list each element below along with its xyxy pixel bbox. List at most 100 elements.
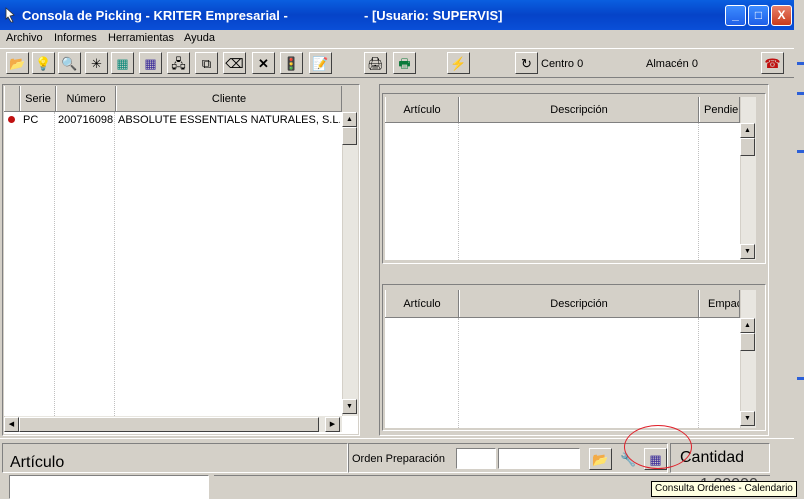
- lines-top-header: Artículo Descripción Pendie: [385, 97, 740, 123]
- lines-bottom-header: Artículo Descripción Empac: [385, 290, 740, 318]
- lines-grid-top[interactable]: Artículo Descripción Pendie ▲ ▼: [385, 97, 756, 260]
- lightbulb-icon: 💡: [35, 55, 52, 71]
- menu-archivo[interactable]: Archivo: [6, 32, 43, 44]
- preview-button[interactable]: 🔍: [58, 52, 81, 74]
- scroll-up-button[interactable]: ▲: [342, 112, 357, 127]
- cell-serie: PC: [23, 114, 39, 126]
- calendar-button[interactable]: ▦: [139, 52, 162, 74]
- almacen-label: Almacén 0: [646, 58, 698, 70]
- header-descripcion[interactable]: Descripción: [459, 97, 699, 122]
- articulo-label: Artículo: [10, 454, 65, 471]
- eraser-icon: ⌫: [225, 55, 244, 71]
- minimize-button[interactable]: _: [725, 5, 746, 26]
- scroll-left-button[interactable]: ◀: [4, 417, 19, 432]
- scroll-up-button[interactable]: ▲: [740, 318, 755, 333]
- help-icon: ☎: [764, 55, 781, 71]
- scroll-thumb[interactable]: [740, 138, 755, 156]
- print-button[interactable]: 🖨: [364, 52, 387, 74]
- grid-divider: [458, 318, 459, 428]
- magnifier-icon: 🔍: [61, 55, 78, 71]
- highlight-circle: [624, 425, 692, 469]
- menu-herramientas[interactable]: Herramientas: [108, 32, 174, 44]
- grid-divider: [698, 123, 699, 260]
- menu-ayuda[interactable]: Ayuda: [184, 32, 215, 44]
- refresh-centro-button[interactable]: ↻: [515, 52, 538, 74]
- cell-numero: 200716098: [58, 114, 114, 126]
- header-descripcion[interactable]: Descripción: [459, 290, 699, 317]
- lightbulb-button[interactable]: 💡: [32, 52, 55, 74]
- menu-informes[interactable]: Informes: [54, 32, 97, 44]
- notes-button[interactable]: 📝: [309, 52, 332, 74]
- x-icon: ✕: [258, 55, 269, 71]
- grid-icon: ▦: [116, 55, 129, 71]
- printer-green-icon: 🖶: [398, 55, 411, 71]
- orders-grid-header: Serie Número Cliente: [4, 86, 342, 112]
- header-empaquetado[interactable]: Empac: [699, 290, 740, 317]
- grid-divider: [54, 112, 55, 416]
- row-status-icon: [8, 116, 15, 123]
- open-folder-button[interactable]: 📂: [6, 52, 29, 74]
- lightning-icon: ⚡: [450, 55, 467, 71]
- header-pendiente[interactable]: Pendie: [699, 97, 740, 122]
- header-indicator: [4, 86, 20, 111]
- scroll-up-button[interactable]: ▲: [740, 123, 755, 138]
- open-folder-icon: 📂: [9, 55, 26, 71]
- header-cliente[interactable]: Cliente: [116, 86, 342, 111]
- network-button[interactable]: 🖧: [167, 52, 190, 74]
- background-window-edge: [794, 0, 804, 499]
- traffic-light-button[interactable]: 🚦: [280, 52, 303, 74]
- header-articulo[interactable]: Artículo: [385, 97, 459, 122]
- open-folder-icon: 📂: [592, 451, 609, 467]
- grid-divider: [114, 112, 115, 416]
- scroll-down-button[interactable]: ▼: [740, 244, 755, 259]
- lines-bottom-scrollbar[interactable]: [740, 290, 756, 428]
- window-title: Consola de Picking - KRITER Empresarial …: [22, 8, 288, 23]
- grid-divider: [458, 123, 459, 260]
- scroll-right-button[interactable]: ▶: [325, 417, 340, 432]
- lines-top-scrollbar[interactable]: [740, 97, 756, 260]
- open-orden-button[interactable]: 📂: [589, 448, 612, 470]
- refresh-icon: ↻: [521, 55, 532, 71]
- copy-icon: ⧉: [201, 55, 212, 71]
- help-button[interactable]: ☎: [761, 52, 784, 74]
- delete-button[interactable]: ✕: [252, 52, 275, 74]
- orders-grid[interactable]: Serie Número Cliente PC 200716098 ABSOLU…: [4, 86, 358, 434]
- sparkle-button[interactable]: ✳: [85, 52, 108, 74]
- notes-icon: 📝: [312, 55, 329, 71]
- lightning-button[interactable]: ⚡: [447, 52, 470, 74]
- header-serie[interactable]: Serie: [20, 86, 56, 111]
- horizontal-scroll-thumb[interactable]: [19, 417, 319, 432]
- cell-cliente: ABSOLUTE ESSENTIALS NATURALES, S.L.: [118, 114, 340, 126]
- scroll-down-button[interactable]: ▼: [342, 399, 357, 414]
- sparkle-icon: ✳: [91, 55, 102, 71]
- print-preview-button[interactable]: 🖶: [393, 52, 416, 74]
- printer-icon: 🖨: [367, 55, 384, 71]
- copy-button[interactable]: ⧉: [195, 52, 218, 74]
- articulo-input[interactable]: [9, 475, 209, 499]
- lines-grid-bottom[interactable]: Artículo Descripción Empac ▲ ▼: [385, 290, 756, 428]
- centro-label: Centro 0: [541, 58, 584, 70]
- maximize-button[interactable]: □: [748, 5, 769, 26]
- eraser-button[interactable]: ⌫: [223, 52, 246, 74]
- scroll-down-button[interactable]: ▼: [740, 411, 755, 426]
- background-line: [797, 62, 804, 65]
- header-articulo[interactable]: Artículo: [385, 290, 459, 317]
- calendar-icon: ▦: [144, 55, 157, 71]
- background-line: [797, 150, 804, 153]
- window-title-user: - [Usuario: SUPERVIS]: [364, 8, 503, 23]
- grid-divider: [698, 318, 699, 428]
- tooltip: Consulta Ordenes - Calendario: [651, 481, 797, 497]
- traffic-light-icon: 🚦: [283, 55, 300, 71]
- scroll-thumb[interactable]: [342, 127, 357, 145]
- scroll-corner: [342, 86, 358, 112]
- header-numero[interactable]: Número: [56, 86, 116, 111]
- close-button[interactable]: X: [771, 5, 792, 26]
- scroll-thumb[interactable]: [740, 333, 755, 351]
- app-icon: [4, 7, 16, 23]
- orden-numero-input[interactable]: [498, 448, 580, 469]
- background-line: [797, 92, 804, 95]
- orden-serie-input[interactable]: [456, 448, 496, 469]
- title-bar[interactable]: Consola de Picking - KRITER Empresarial …: [0, 0, 794, 30]
- grid-button[interactable]: ▦: [111, 52, 134, 74]
- table-row[interactable]: PC 200716098 ABSOLUTE ESSENTIALS NATURAL…: [4, 113, 342, 127]
